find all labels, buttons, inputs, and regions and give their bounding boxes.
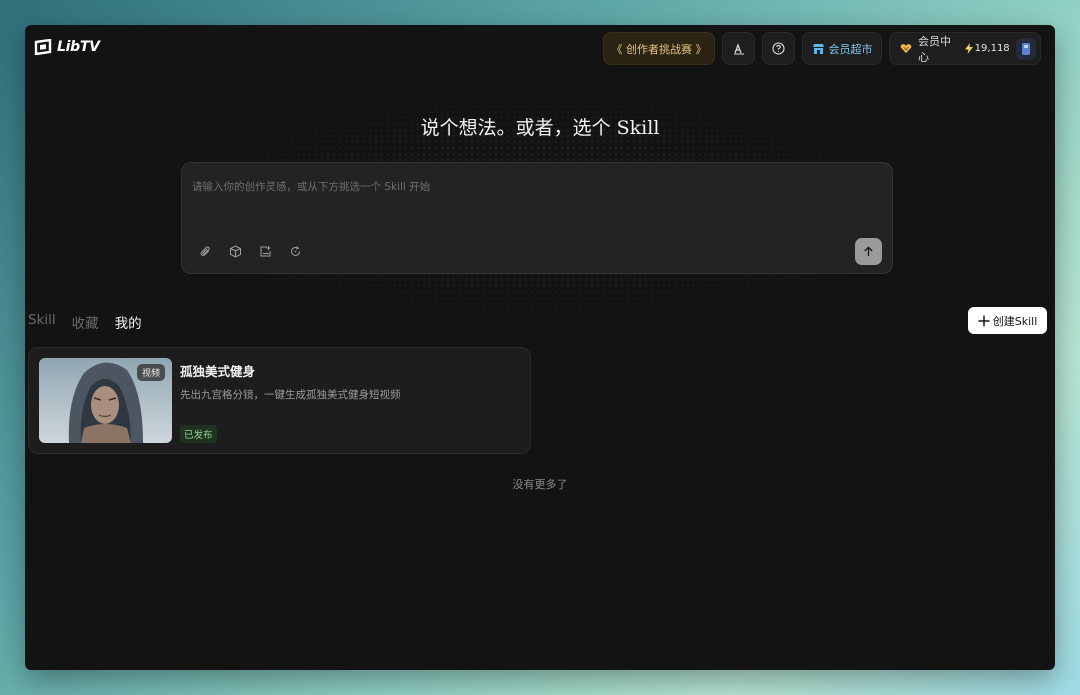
upload-image-button[interactable]: [256, 242, 274, 260]
status-badge: 已发布: [180, 425, 217, 443]
member-center-label: 会员中心: [918, 34, 952, 64]
help-circle-icon: [772, 42, 785, 55]
end-of-list-text: 没有更多了: [512, 478, 568, 491]
creator-challenge-label: 《 创作者挑战赛 》: [611, 42, 707, 56]
help-button[interactable]: [762, 32, 795, 65]
font-size-button[interactable]: [722, 32, 755, 65]
creator-challenge-button[interactable]: 《 创作者挑战赛 》: [603, 32, 715, 65]
credits-display: 19,118: [964, 43, 1010, 54]
create-skill-label: 创建Skill: [992, 314, 1038, 328]
tab-skill[interactable]: Skill: [28, 312, 56, 332]
member-shop-label: 会员超市: [828, 42, 873, 56]
cube-icon: [229, 244, 241, 258]
logo[interactable]: LibTV: [33, 39, 100, 55]
avatar[interactable]: [1015, 37, 1036, 60]
store-icon: [812, 43, 824, 54]
skill-title: 孤独美式健身: [180, 364, 256, 379]
create-skill-button[interactable]: 创建Skill: [968, 307, 1047, 334]
credits-value: 19,118: [974, 43, 1010, 54]
prompt-box: [181, 162, 893, 274]
skill-description: 先出九宫格分镜，一键生成孤独美式健身短视频: [180, 389, 401, 401]
refresh-button[interactable]: [286, 242, 304, 260]
arrow-up-icon: [864, 246, 873, 256]
tab-mine[interactable]: 我的: [115, 312, 142, 332]
app-window: LibTV 《 创作者挑战赛 》 会员超市 会员中心 19,118 说个想法。或…: [25, 25, 1055, 670]
logo-text: LibTV: [57, 39, 100, 55]
member-shop-button[interactable]: 会员超市: [802, 32, 882, 65]
video-badge: 视频: [136, 364, 165, 381]
refresh-icon: [290, 245, 300, 256]
topbar: 《 创作者挑战赛 》 会员超市 会员中心 19,118: [603, 32, 1041, 65]
page-title: 说个想法。或者，选个 Skill: [420, 117, 660, 139]
paperclip-icon: [200, 245, 210, 256]
user-avatar-icon: [1021, 42, 1030, 55]
skill-thumbnail: 视频: [39, 358, 172, 443]
lightning-icon: [964, 43, 973, 54]
prompt-input[interactable]: [192, 175, 852, 199]
model-button[interactable]: [226, 242, 244, 260]
plus-icon: [978, 315, 990, 326]
send-button[interactable]: [855, 238, 882, 265]
diamond-heart-icon: [900, 44, 912, 54]
skill-card[interactable]: 视频 孤独美式健身 先出九宫格分镜，一键生成孤独美式健身短视频 已发布: [28, 347, 531, 454]
attach-button[interactable]: [196, 242, 214, 260]
skill-tabs: Skill 收藏 我的: [28, 312, 142, 332]
logo-icon: [34, 39, 52, 55]
image-upload-icon: [260, 245, 270, 256]
member-center-button[interactable]: 会员中心 19,118: [889, 32, 1041, 65]
font-size-icon: [733, 42, 744, 54]
tab-favorites[interactable]: 收藏: [72, 312, 99, 332]
